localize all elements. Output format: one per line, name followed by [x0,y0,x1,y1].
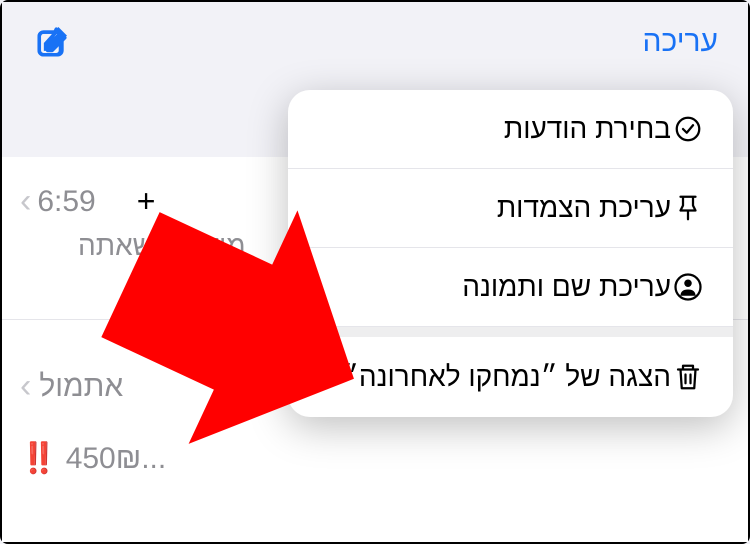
menu-item-show-recently-deleted[interactable]: הצגה של ״נמחקו לאחרונה״ [288,337,733,417]
conversation-name-fragment: + [137,183,156,220]
context-menu: בחירת הודעות עריכת הצמדות עריכת שם ותמונ… [288,90,733,417]
menu-item-edit-name-photo[interactable]: עריכת שם ותמונה [288,248,733,327]
compose-button[interactable] [32,22,72,62]
menu-item-label: עריכת הצמדות [316,192,671,224]
edit-link[interactable]: עריכה [643,25,718,59]
menu-item-label: עריכת שם ותמונה [316,271,671,303]
check-circle-icon [671,112,705,146]
menu-item-label: הצגה של ״נמחקו לאחרונה״ [316,359,671,395]
conversation-preview: ‼️ 450₪... [20,441,730,476]
compose-icon [35,25,69,59]
conversation-time: 6:59 [37,185,95,219]
menu-item-edit-pins[interactable]: עריכת הצמדות [288,169,733,248]
menu-separator [288,327,733,337]
trash-icon [671,360,705,394]
menu-item-select-messages[interactable]: בחירת הודעות [288,90,733,169]
menu-item-label: בחירת הודעות [316,113,671,145]
conversation-time: אתמול [39,370,123,404]
header: עריכה [2,2,748,87]
pin-icon [671,191,705,225]
chevron-left-icon: ‹ [20,367,31,406]
person-circle-icon [671,270,705,304]
chevron-left-icon: ‹ [20,182,31,221]
